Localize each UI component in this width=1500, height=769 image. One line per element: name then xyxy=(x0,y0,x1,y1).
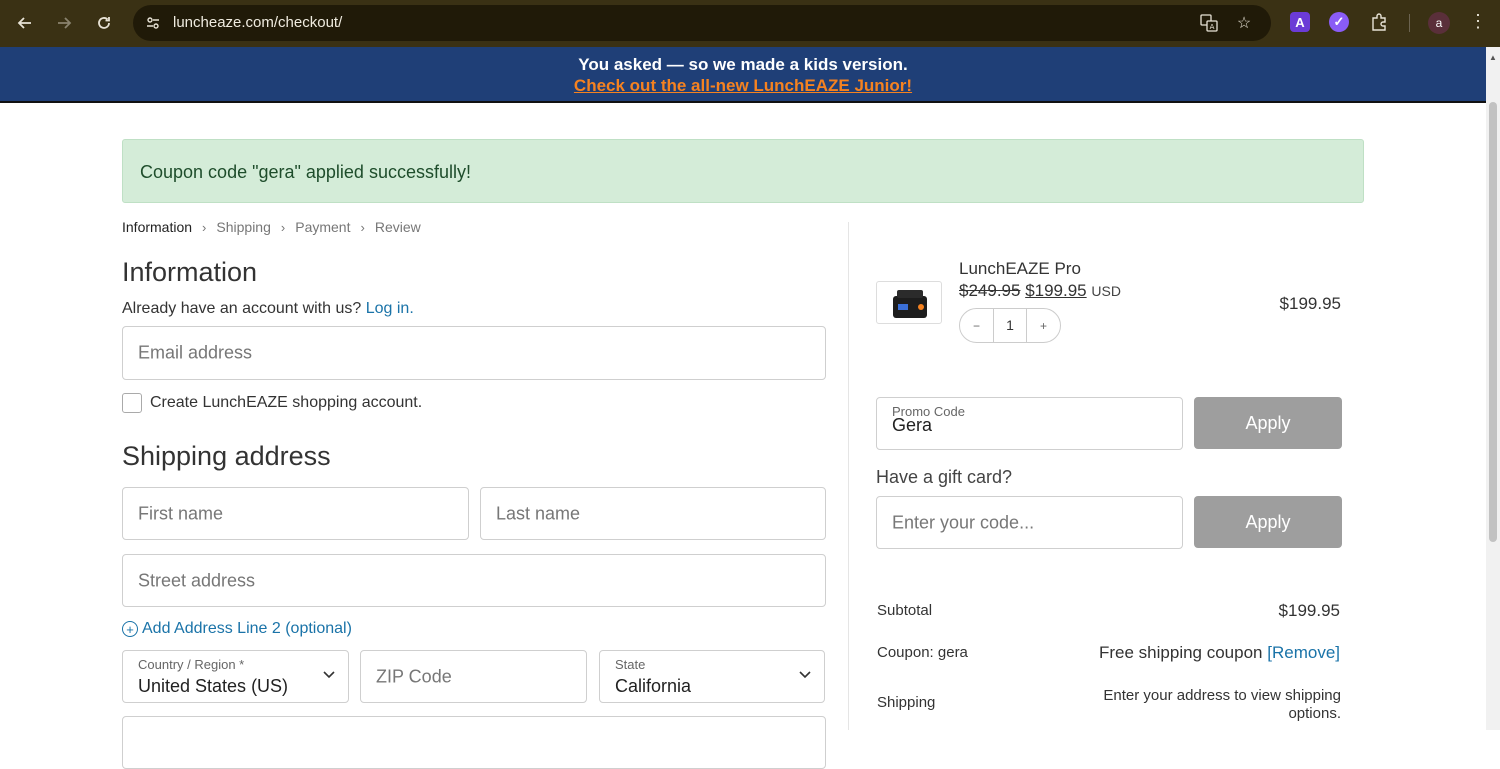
extension-purple-icon[interactable]: ✓ xyxy=(1329,12,1349,32)
coupon-value: Free shipping coupon xyxy=(1099,643,1263,662)
country-label: Country / Region * xyxy=(138,657,245,672)
extension-a-icon[interactable]: A xyxy=(1290,12,1310,32)
promo-code-value: Gera xyxy=(892,415,933,435)
profile-avatar[interactable]: a xyxy=(1428,12,1450,34)
extensions-puzzle-icon[interactable] xyxy=(1369,12,1389,32)
breadcrumb-payment: Payment xyxy=(295,219,351,235)
gift-card-question: Have a gift card? xyxy=(876,467,1013,487)
gift-card-placeholder: Enter your code... xyxy=(892,512,1035,532)
bookmark-star-icon[interactable]: ☆ xyxy=(1234,13,1254,33)
url-text[interactable]: luncheaze.com/checkout/ xyxy=(173,14,342,31)
shipping-heading: Shipping address xyxy=(122,441,331,471)
product-thumbnail xyxy=(876,281,942,324)
promo-apply-button[interactable]: Apply xyxy=(1194,397,1342,449)
reload-icon[interactable] xyxy=(92,11,116,35)
plus-circle-icon: + xyxy=(122,621,138,637)
add-address-line2-label: Add Address Line 2 (optional) xyxy=(142,620,352,637)
decrease-quantity-button[interactable]: − xyxy=(960,309,994,342)
product-prices: $249.95 $199.95 USD xyxy=(959,281,1121,301)
back-icon[interactable] xyxy=(13,11,37,35)
scroll-up-arrow-icon[interactable]: ▲ xyxy=(1489,53,1497,62)
breadcrumb: Information › Shipping › Payment › Revie… xyxy=(122,219,421,235)
scrollbar-thumb[interactable] xyxy=(1489,102,1497,542)
add-address-line2-link[interactable]: + Add Address Line 2 (optional) xyxy=(122,620,352,638)
create-account-label[interactable]: Create LunchEAZE shopping account. xyxy=(150,394,422,412)
next-address-field[interactable] xyxy=(122,716,826,769)
notice-message: Coupon code "gera" applied successfully! xyxy=(140,162,471,182)
banner-link[interactable]: Check out the all-new LunchEAZE Junior! xyxy=(0,76,1486,96)
first-name-field[interactable]: First name xyxy=(122,487,469,540)
zip-placeholder: ZIP Code xyxy=(376,666,452,686)
quantity-stepper: − 1 + xyxy=(959,308,1061,343)
address-bar[interactable]: luncheaze.com/checkout/ A ☆ xyxy=(133,5,1271,41)
first-name-placeholder: First name xyxy=(138,503,224,523)
information-heading: Information xyxy=(122,257,258,287)
chevron-down-icon xyxy=(799,671,811,679)
svg-text:A: A xyxy=(1210,23,1215,31)
breadcrumb-shipping: Shipping xyxy=(216,219,271,235)
subtotal-label: Subtotal xyxy=(877,602,933,619)
chevron-down-icon xyxy=(323,671,335,679)
gift-card-apply-button[interactable]: Apply xyxy=(1194,496,1342,548)
original-price: $249.95 xyxy=(959,281,1021,300)
sale-price: $199.95 xyxy=(1025,281,1087,300)
state-value: California xyxy=(615,676,692,696)
quantity-value[interactable]: 1 xyxy=(994,317,1026,333)
toolbar-separator xyxy=(1409,14,1410,32)
shipping-label: Shipping xyxy=(877,694,936,711)
chevron-right-icon: › xyxy=(202,219,207,235)
country-select[interactable]: Country / Region * United States (US) xyxy=(122,650,349,703)
breadcrumb-information: Information xyxy=(122,219,193,235)
coupon-label: Coupon: gera xyxy=(877,644,968,661)
line-total: $199.95 xyxy=(1279,294,1341,313)
street-address-field[interactable]: Street address xyxy=(122,554,826,607)
column-divider xyxy=(848,222,849,730)
state-label: State xyxy=(615,657,646,672)
last-name-field[interactable]: Last name xyxy=(480,487,826,540)
browser-toolbar: luncheaze.com/checkout/ A ☆ A ✓ a ⋮ xyxy=(0,0,1500,47)
country-value: United States (US) xyxy=(138,676,289,696)
gift-card-field[interactable]: Enter your code... xyxy=(876,496,1183,549)
account-prompt-text: Already have an account with us? xyxy=(122,300,362,317)
forward-icon[interactable] xyxy=(52,11,76,35)
coupon-success-notice: Coupon code "gera" applied successfully! xyxy=(122,139,1364,203)
login-link[interactable]: Log in. xyxy=(366,300,414,317)
remove-coupon-link[interactable]: [Remove] xyxy=(1267,643,1340,662)
coupon-detail: Free shipping coupon [Remove] xyxy=(1099,643,1340,663)
site-info-icon[interactable] xyxy=(143,13,163,33)
browser-menu-icon[interactable]: ⋮ xyxy=(1468,11,1488,32)
state-select[interactable]: State California xyxy=(599,650,825,703)
currency-code: USD xyxy=(1091,283,1121,299)
promo-code-field[interactable]: Promo Code Gera xyxy=(876,397,1183,450)
last-name-placeholder: Last name xyxy=(496,503,581,523)
translate-icon[interactable]: A xyxy=(1199,13,1219,33)
product-name: LunchEAZE Pro xyxy=(959,259,1081,278)
zip-code-field[interactable]: ZIP Code xyxy=(360,650,587,703)
breadcrumb-review: Review xyxy=(374,219,421,235)
subtotal-value: $199.95 xyxy=(1278,601,1340,620)
banner-headline: You asked — so we made a kids version. xyxy=(578,55,908,74)
create-account-checkbox[interactable] xyxy=(122,393,142,413)
street-placeholder: Street address xyxy=(138,570,256,590)
chevron-right-icon: › xyxy=(280,219,286,235)
shipping-note: Enter your address to view shipping opti… xyxy=(1103,687,1341,722)
promo-banner: You asked — so we made a kids version. C… xyxy=(0,47,1486,103)
email-placeholder: Email address xyxy=(138,342,253,363)
chevron-right-icon: › xyxy=(360,219,365,235)
email-field[interactable]: Email address xyxy=(122,326,826,380)
increase-quantity-button[interactable]: + xyxy=(1026,309,1060,342)
account-prompt: Already have an account with us? Log in. xyxy=(122,300,414,318)
